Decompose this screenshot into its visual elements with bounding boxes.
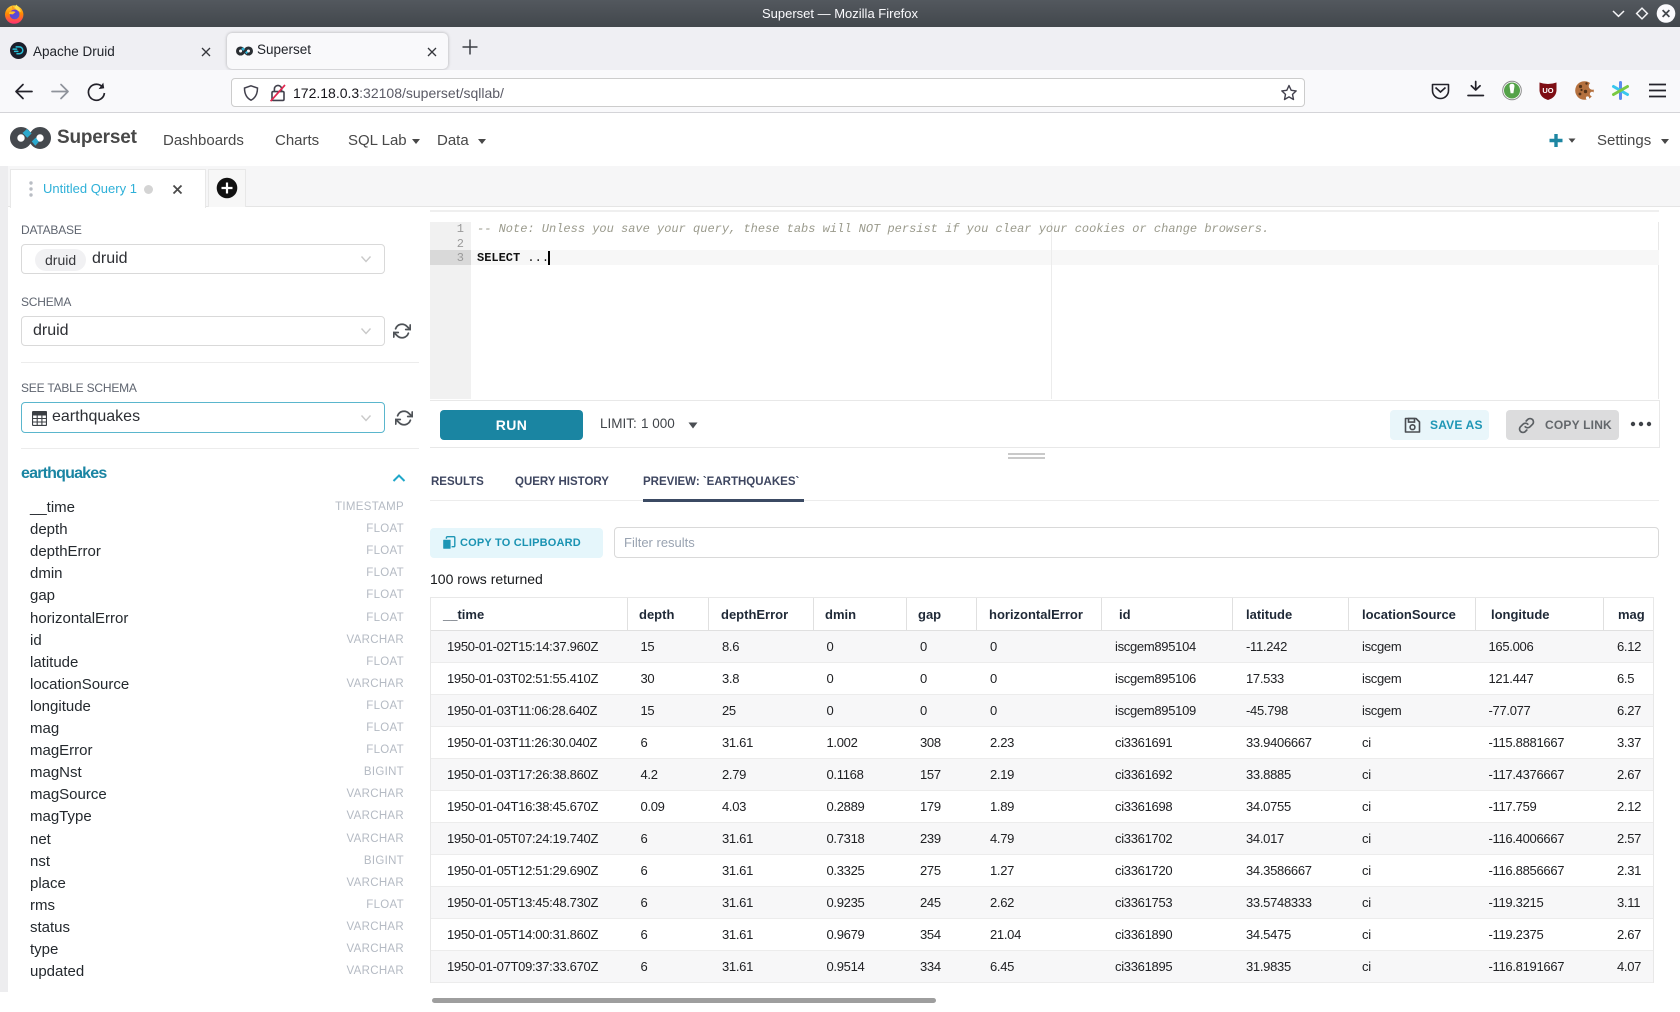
svg-text:UO: UO	[1542, 86, 1553, 95]
